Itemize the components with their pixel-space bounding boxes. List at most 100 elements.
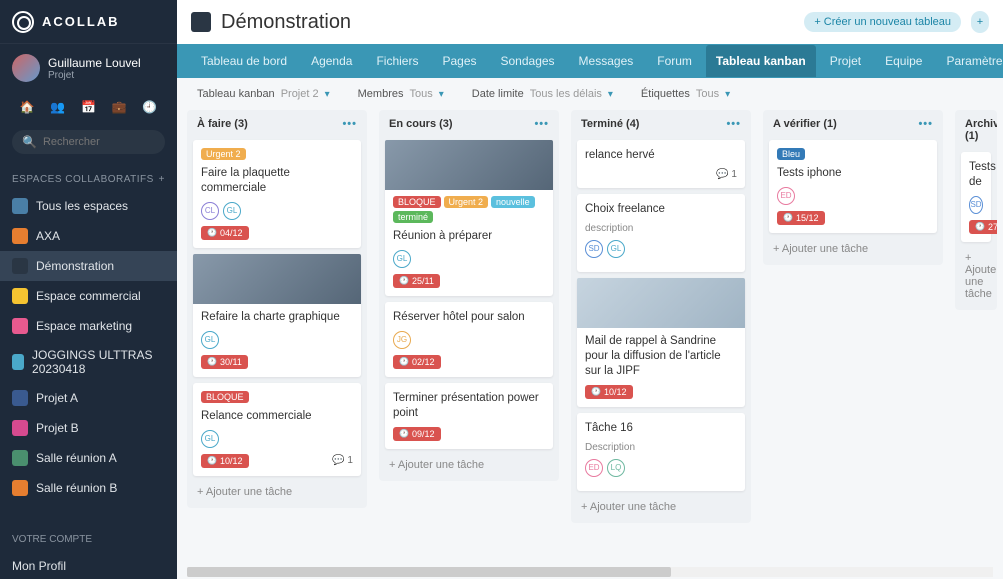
kanban-card[interactable]: Réserver hôtel pour salonJG02/12: [385, 302, 553, 377]
kanban-card[interactable]: BLOQUERelance commercialeGL10/12💬 1: [193, 383, 361, 476]
add-task-button[interactable]: Ajouter une tâche: [769, 239, 937, 259]
sidebar-item-tous-les-espaces[interactable]: Tous les espaces: [0, 191, 177, 221]
sidebar-item-label: JOGGINGS ULTTRAS 20230418: [32, 348, 165, 376]
sidebar-item-salle-réunion-b[interactable]: Salle réunion B: [0, 473, 177, 503]
card-description: description: [585, 223, 737, 234]
due-date-chip: 15/12: [777, 211, 825, 225]
sidebar-item-axa[interactable]: AXA: [0, 221, 177, 251]
history-icon[interactable]: 🕘: [142, 100, 157, 114]
column-header: Archivé (1)•••: [961, 116, 991, 146]
add-task-button[interactable]: Ajouter une tâche: [385, 455, 553, 475]
logo[interactable]: ACOLLAB: [0, 0, 177, 44]
card-description: Description: [585, 442, 737, 453]
briefcase-icon[interactable]: 💼: [112, 100, 127, 114]
tab-tableau-kanban[interactable]: Tableau kanban: [706, 45, 816, 77]
user-block[interactable]: Guillaume Louvel Projet: [0, 44, 177, 92]
column-menu-icon[interactable]: •••: [342, 118, 357, 130]
sidebar-item-démonstration[interactable]: Démonstration: [0, 251, 177, 281]
search-box[interactable]: 🔍: [12, 130, 165, 154]
new-board-button[interactable]: + Créer un nouveau tableau: [804, 12, 961, 32]
user-name: Guillaume Louvel: [48, 56, 141, 70]
new-board-button-2[interactable]: +: [971, 11, 989, 33]
tab-paramètres[interactable]: Paramètres: [936, 45, 1003, 77]
kanban-card[interactable]: relance hervé💬 1: [577, 140, 745, 188]
tab-forum[interactable]: Forum: [647, 45, 702, 77]
sidebar-item-espace-marketing[interactable]: Espace marketing: [0, 311, 177, 341]
tab-projet[interactable]: Projet: [820, 45, 871, 77]
due-date-chip: 02/12: [393, 355, 441, 369]
user-badge: GL: [223, 202, 241, 220]
user-badge: ED: [777, 187, 795, 205]
people-icon[interactable]: 👥: [50, 100, 65, 114]
kanban-column: A vérifier (1)•••BleuTests iphoneED15/12…: [763, 110, 943, 265]
sidebar-item-projet-b[interactable]: Projet B: [0, 413, 177, 443]
card-assignees: EDLQ: [585, 459, 737, 477]
filter-board[interactable]: Tableau kanbanProjet 2▾: [197, 88, 330, 100]
user-badge: SD: [969, 196, 983, 214]
column-header: En cours (3)•••: [385, 116, 553, 134]
kanban-card[interactable]: Tests deSD27/11: [961, 152, 991, 242]
add-task-button[interactable]: Ajouter une tâche: [961, 248, 991, 304]
due-date-chip: 25/11: [393, 274, 440, 288]
card-tags: BLOQUEUrgent 2nouvelleterminé: [393, 196, 545, 223]
sidebar-item-label: Espace marketing: [36, 319, 132, 333]
card-assignees: JG: [393, 331, 545, 349]
tag: Urgent 2: [201, 148, 246, 160]
due-date-chip: 30/11: [201, 355, 248, 369]
column-title: Terminé (4): [581, 118, 639, 130]
kanban-column: Archivé (1)••• Tests deSD27/11 Ajouter une…: [955, 110, 997, 310]
profile-link[interactable]: Mon Profil: [0, 553, 177, 579]
add-space-icon[interactable]: +: [159, 174, 165, 185]
search-input[interactable]: [43, 136, 155, 148]
column-title: Archivé (1): [965, 118, 997, 142]
kanban-card[interactable]: Refaire la charte graphiqueGL30/11: [193, 254, 361, 377]
tab-sondages[interactable]: Sondages: [491, 45, 565, 77]
due-date-chip: 09/12: [393, 427, 441, 441]
sidebar-item-salle-réunion-a[interactable]: Salle réunion A: [0, 443, 177, 473]
filter-deadline[interactable]: Date limiteTous les délais▾: [472, 88, 613, 100]
space-color-icon: [12, 390, 28, 406]
tab-messages[interactable]: Messages: [569, 45, 644, 77]
card-assignees: GL: [201, 430, 353, 448]
user-badge: LQ: [607, 459, 625, 477]
horizontal-scrollbar[interactable]: [187, 567, 993, 577]
tab-fichiers[interactable]: Fichiers: [366, 45, 428, 77]
add-task-button[interactable]: Ajouter une tâche: [577, 497, 745, 517]
sidebar-item-label: Démonstration: [36, 259, 114, 273]
card-assignees: GL: [393, 250, 545, 268]
tab-agenda[interactable]: Agenda: [301, 45, 362, 77]
quick-icons: 🏠 👥 📅 💼 🕘: [0, 92, 177, 122]
home-icon[interactable]: 🏠: [20, 100, 35, 114]
kanban-card[interactable]: Tâche 16DescriptionEDLQ: [577, 413, 745, 491]
tab-pages[interactable]: Pages: [432, 45, 486, 77]
kanban-card[interactable]: Mail de rappel à Sandrine pour la diffus…: [577, 278, 745, 407]
column-menu-icon[interactable]: •••: [918, 118, 933, 130]
sidebar-item-label: AXA: [36, 229, 60, 243]
filters: Tableau kanbanProjet 2▾ MembresTous▾ Dat…: [177, 78, 1003, 110]
column-header: Terminé (4) •••: [577, 116, 745, 134]
tag: BLOQUE: [201, 391, 249, 403]
kanban-card[interactable]: Urgent 2Faire la plaquette commercialeCL…: [193, 140, 361, 248]
card-tags: Bleu: [777, 148, 929, 160]
sidebar-item-espace-commercial[interactable]: Espace commercial: [0, 281, 177, 311]
filter-members[interactable]: MembresTous▾: [358, 88, 444, 100]
tab-equipe[interactable]: Equipe: [875, 45, 932, 77]
sidebar-item-projet-a[interactable]: Projet A: [0, 383, 177, 413]
column-menu-icon[interactable]: •••: [534, 118, 549, 130]
kanban-card[interactable]: BLOQUEUrgent 2nouvelleterminéRéunion à p…: [385, 140, 553, 296]
column-title: A vérifier (1): [773, 118, 837, 130]
filter-labels[interactable]: ÉtiquettesTous▾: [641, 88, 730, 100]
tab-tableau-de-bord[interactable]: Tableau de bord: [191, 45, 297, 77]
kanban-card[interactable]: BleuTests iphoneED15/12: [769, 140, 937, 233]
space-color-icon: [12, 450, 28, 466]
kanban-card[interactable]: Choix freelancedescriptionSDGL: [577, 194, 745, 272]
comment-count: 💬 1: [332, 455, 353, 466]
tag: nouvelle: [491, 196, 535, 208]
card-title: Choix freelance: [585, 202, 737, 217]
kanban-card[interactable]: Terminer présentation power point09/12: [385, 383, 553, 449]
add-task-button[interactable]: Ajouter une tâche: [193, 482, 361, 502]
user-badge: GL: [201, 331, 219, 349]
sidebar-item-joggings-ulttras-20230418[interactable]: JOGGINGS ULTTRAS 20230418: [0, 341, 177, 383]
calendar-icon[interactable]: 📅: [81, 100, 96, 114]
column-menu-icon[interactable]: •••: [726, 118, 741, 130]
